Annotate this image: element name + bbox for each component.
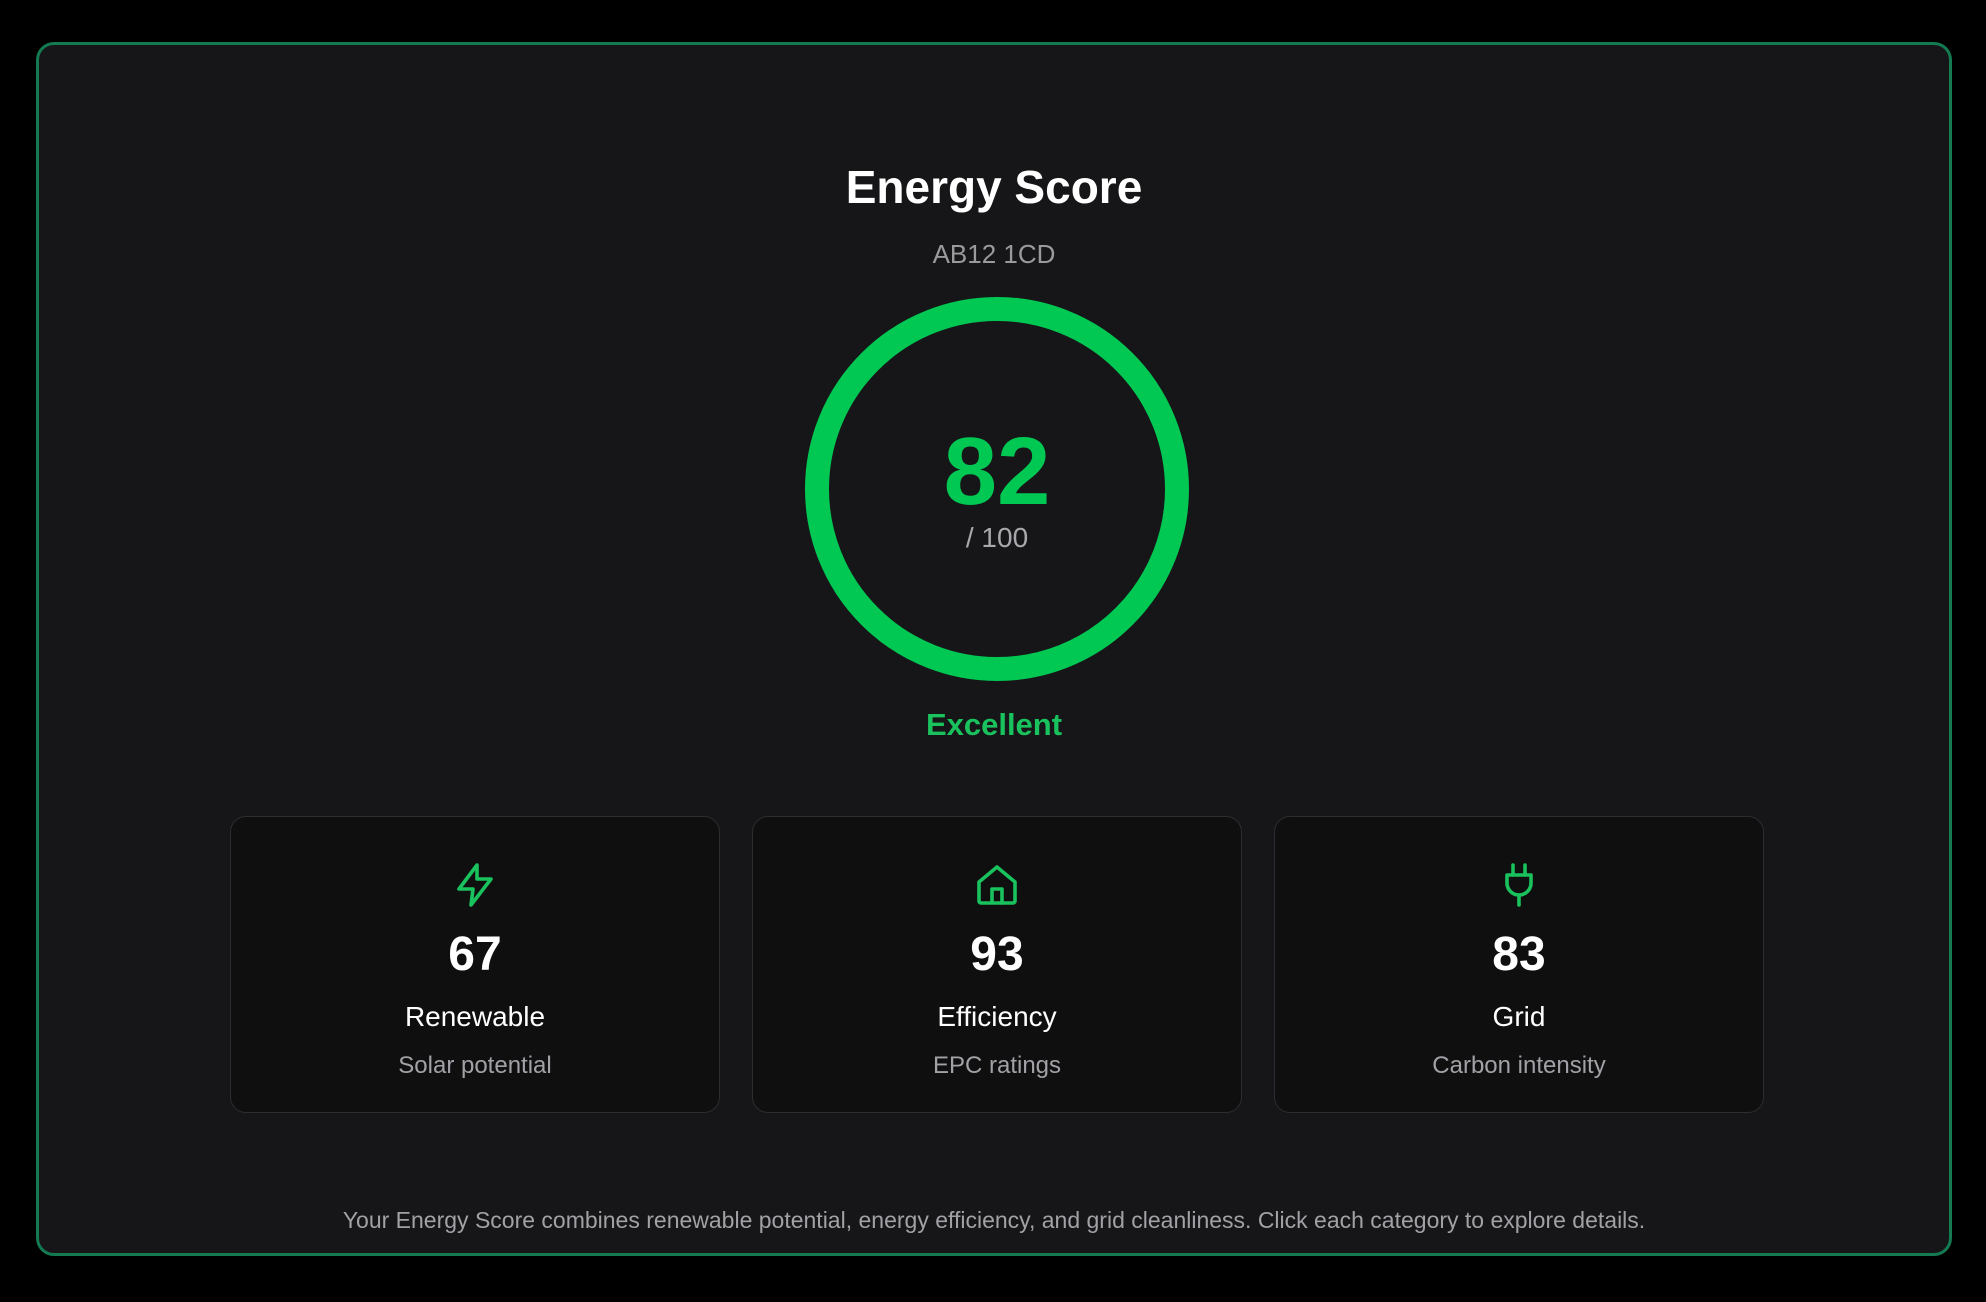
category-description: EPC ratings [932,1052,1062,1079]
plug-icon [1505,863,1533,907]
category-description: Solar potential [398,1052,552,1079]
score-gauge: 82 / 100 [803,295,1191,683]
category-label: Renewable [404,1001,546,1032]
score-value: 82 [943,418,1051,525]
category-label: Grid [1492,1001,1546,1032]
category-value: 93 [970,928,1024,981]
postcode-label: AB12 1CD [932,239,1056,269]
score-rating: Excellent [925,707,1063,742]
category-card-renewable[interactable]: 67 Renewable Solar potential [230,816,720,1113]
category-value: 83 [1492,928,1546,981]
home-icon [977,865,1017,905]
page-title: Energy Score [845,161,1143,213]
footer-description: Your Energy Score combines renewable pot… [342,1207,1646,1233]
lightning-icon [457,863,493,907]
category-label: Efficiency [937,1001,1057,1032]
score-max: / 100 [965,522,1029,553]
category-card-grid[interactable]: 83 Grid Carbon intensity [1274,816,1764,1113]
category-description: Carbon intensity [1432,1052,1606,1079]
category-value: 67 [448,928,502,981]
category-card-efficiency[interactable]: 93 Efficiency EPC ratings [752,816,1242,1113]
energy-score-panel: Energy Score AB12 1CD 82 / 100 Excellent… [36,42,1952,1256]
